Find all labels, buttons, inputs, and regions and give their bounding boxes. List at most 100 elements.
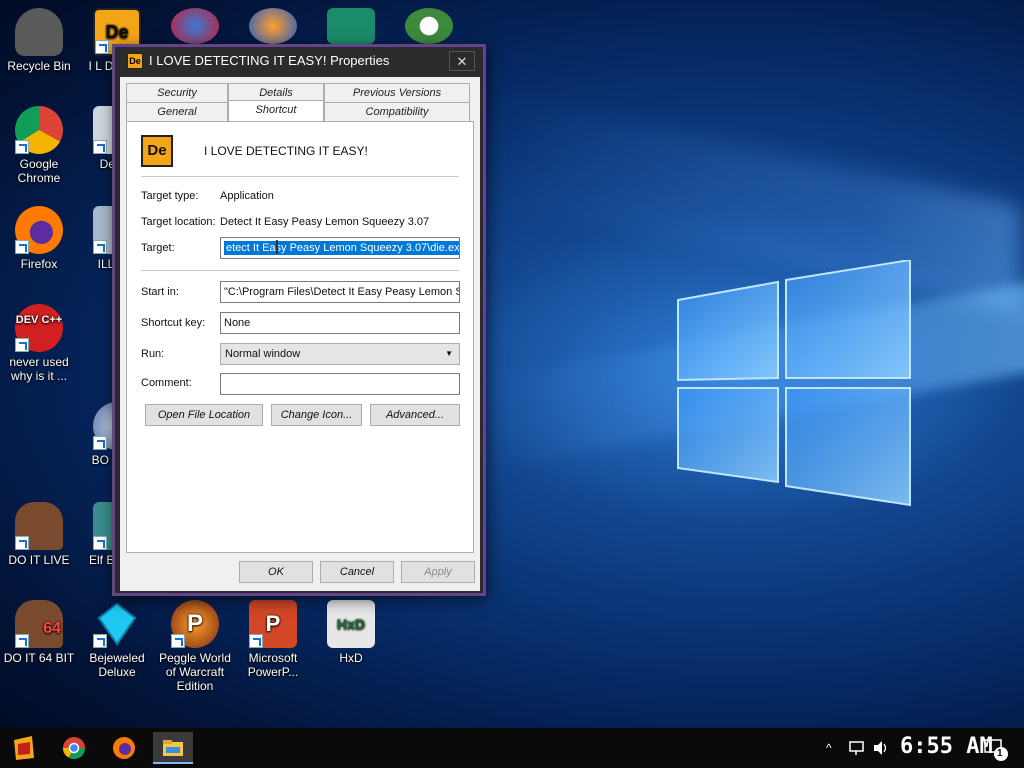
- text-cursor-icon: [276, 240, 278, 254]
- dialog-titlebar[interactable]: De I LOVE DETECTING IT EASY! Properties …: [113, 45, 485, 75]
- desktop-icon-label: never used why is it ...: [9, 355, 69, 383]
- shortcut-arrow-icon: [15, 338, 29, 352]
- divider: [141, 176, 459, 177]
- desktop-icon-label: Recycle Bin: [7, 59, 71, 73]
- properties-dialog: De I LOVE DETECTING IT EASY! Properties …: [112, 44, 486, 596]
- desktop-icon-label: HxD: [339, 651, 363, 665]
- chevron-down-icon: ▼: [445, 349, 453, 358]
- shortcut-key-field[interactable]: None: [220, 312, 460, 334]
- shortcut-arrow-icon: [15, 240, 29, 254]
- desktop-icon-hxd[interactable]: HxD HxD: [312, 600, 390, 665]
- desktop-icon-label: DO IT LIVE: [8, 553, 70, 567]
- open-file-location-button[interactable]: Open File Location: [145, 404, 263, 426]
- shortcut-panel: De I LOVE DETECTING IT EASY! Target type…: [126, 121, 474, 553]
- target-label: Target:: [141, 242, 175, 254]
- desktop-icon-recycle-bin[interactable]: Recycle Bin: [0, 8, 78, 73]
- change-icon-button[interactable]: Change Icon...: [271, 404, 362, 426]
- taskbar-file-explorer-icon[interactable]: [153, 732, 193, 764]
- icon-glyph: P: [186, 610, 203, 637]
- desktop-icon-partial-1[interactable]: [156, 8, 234, 47]
- tray-chevron-up-icon[interactable]: ^: [826, 728, 832, 768]
- cancel-button[interactable]: Cancel: [320, 561, 394, 583]
- target-location-value: Detect It Easy Peasy Lemon Squeezy 3.07: [220, 216, 430, 228]
- desktop-icon-label: Google Chrome: [17, 157, 61, 185]
- target-location-label: Target location:: [141, 216, 216, 228]
- volume-icon[interactable]: [872, 728, 890, 768]
- shortcut-arrow-icon: [15, 140, 29, 154]
- network-icon[interactable]: [848, 728, 866, 768]
- run-select[interactable]: Normal window ▼: [220, 343, 460, 365]
- notification-count: 1: [997, 748, 1003, 759]
- tab-general[interactable]: General: [126, 102, 228, 122]
- tab-row-bottom: General Shortcut Compatibility: [126, 100, 474, 122]
- icon-glyph: P: [265, 611, 281, 636]
- shortcut-arrow-icon: [93, 436, 107, 450]
- taskbar-firefox-icon[interactable]: [104, 732, 144, 764]
- app-icon: [171, 8, 219, 44]
- publisher-icon: [327, 8, 375, 44]
- dev-cpp-icon: DEV C++: [15, 304, 63, 352]
- shortcut-arrow-icon: [93, 536, 107, 550]
- target-field[interactable]: etect It Easy Peasy Lemon Squeezy 3.07\d…: [220, 237, 460, 259]
- dialog-title: I LOVE DETECTING IT EASY! Properties: [149, 53, 390, 68]
- ok-button[interactable]: OK: [239, 561, 313, 583]
- comment-field[interactable]: [220, 373, 460, 395]
- desktop-icon-label: Peggle World of Warcraft Edition: [159, 651, 231, 693]
- icon-glyph: DEV C++: [15, 314, 63, 326]
- portrait-icon: [15, 502, 63, 550]
- flower-icon: [405, 8, 453, 44]
- shortcut-arrow-icon: [15, 634, 29, 648]
- icon-glyph: HxD: [336, 616, 365, 632]
- run-label: Run:: [141, 348, 165, 360]
- desktop-icon-partial-3[interactable]: [312, 8, 390, 47]
- tab-previous-versions[interactable]: Previous Versions: [324, 83, 470, 103]
- target-type-label: Target type:: [141, 190, 199, 202]
- icon-glyph: De: [105, 22, 129, 42]
- icon-glyph: 64: [43, 620, 61, 637]
- shortcut-arrow-icon: [171, 634, 185, 648]
- desktop-icon-label: Microsoft PowerP...: [247, 651, 299, 679]
- desktop-icon-bejeweled[interactable]: Bejeweled Deluxe: [78, 600, 156, 679]
- powerpoint-icon: P: [249, 600, 297, 648]
- desktop-icon-dev-cpp[interactable]: DEV C++ never used why is it ...: [0, 304, 78, 383]
- apply-button[interactable]: Apply: [401, 561, 475, 583]
- desktop-icon-partial-4[interactable]: [390, 8, 468, 47]
- desktop-icon-partial-2[interactable]: [234, 8, 312, 47]
- shortcut-arrow-icon: [15, 536, 29, 550]
- shortcut-key-label: Shortcut key:: [141, 317, 206, 329]
- die-title-icon: De: [127, 53, 143, 69]
- start-in-label: Start in:: [141, 286, 179, 298]
- advanced-button[interactable]: Advanced...: [370, 404, 460, 426]
- taskbar-clock[interactable]: 6:55 AM: [900, 734, 993, 759]
- target-type-value: Application: [220, 190, 274, 202]
- shortcut-arrow-icon: [95, 40, 109, 54]
- shortcut-arrow-icon: [93, 240, 107, 254]
- firefox-icon: [15, 206, 63, 254]
- desktop-icon-peggle[interactable]: P Peggle World of Warcraft Edition: [156, 600, 234, 693]
- desktop-icon-label: Firefox: [20, 257, 58, 271]
- desktop-icon-label: DO IT 64 BIT: [3, 651, 75, 665]
- desktop-icon-do-it-64[interactable]: 64 DO IT 64 BIT: [0, 600, 78, 665]
- divider: [141, 270, 459, 271]
- shortcut-arrow-icon: [93, 634, 107, 648]
- tab-shortcut[interactable]: Shortcut: [228, 100, 324, 122]
- taskbar: ^ 1: [0, 728, 1024, 768]
- close-button[interactable]: ✕: [449, 51, 475, 71]
- shortcut-name: I LOVE DETECTING IT EASY!: [204, 144, 368, 158]
- peggle-icon: P: [171, 600, 219, 648]
- start-in-field[interactable]: "C:\Program Files\Detect It Easy Peasy L…: [220, 281, 460, 303]
- taskbar-chrome-icon[interactable]: [54, 732, 94, 764]
- portrait-64-icon: 64: [15, 600, 63, 648]
- app-icon: [249, 8, 297, 44]
- desktop-icon-do-it-live[interactable]: DO IT LIVE: [0, 502, 78, 567]
- desktop-icon-powerpoint[interactable]: P Microsoft PowerP...: [234, 600, 312, 679]
- diamond-icon: [93, 600, 141, 648]
- desktop-icon-firefox[interactable]: Firefox: [0, 206, 78, 271]
- hxd-icon: HxD: [327, 600, 375, 648]
- recycle-bin-icon: [15, 8, 63, 56]
- windows-logo-wallpaper: [677, 260, 911, 507]
- tab-security[interactable]: Security: [126, 83, 228, 103]
- tab-compatibility[interactable]: Compatibility: [324, 102, 470, 122]
- desktop-icon-google-chrome[interactable]: Google Chrome: [0, 106, 78, 185]
- start-button[interactable]: [4, 732, 44, 764]
